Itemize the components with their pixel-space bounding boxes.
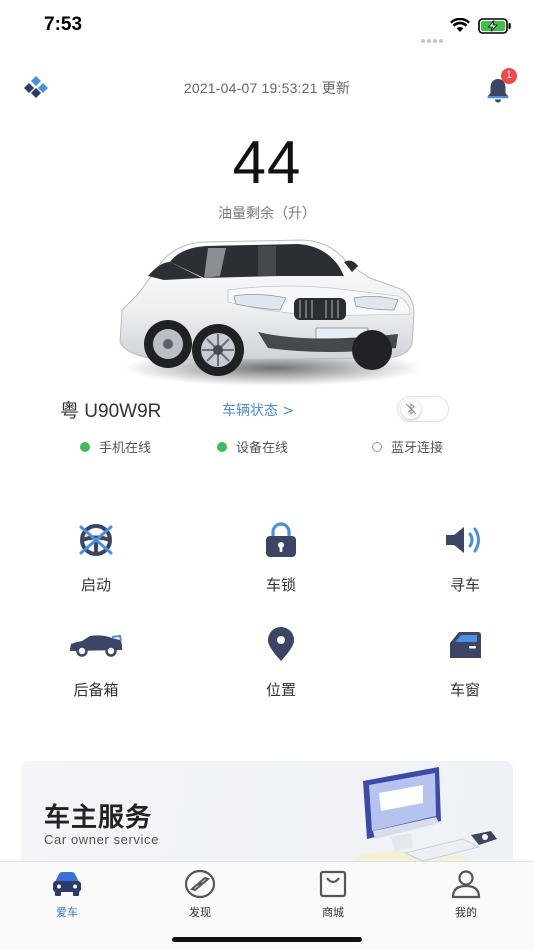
notification-badge: 1 [501, 68, 517, 84]
bluetooth-off-icon [405, 402, 417, 416]
tab-discover[interactable]: 发现 [155, 868, 245, 920]
find-car-button[interactable]: 寻车 [405, 520, 525, 600]
car-image [119, 239, 423, 386]
bluetooth-status-label: 蓝牙连接 [391, 441, 444, 456]
service-title: 车主服务 [44, 803, 153, 833]
lock-button[interactable]: 车锁 [221, 520, 341, 600]
window-label: 车窗 [449, 681, 480, 699]
tab-mall[interactable]: 商城 [288, 868, 378, 920]
location-button[interactable]: 位置 [221, 625, 341, 705]
tab-profile-label: 我的 [455, 906, 477, 919]
tab-my-car-label: 爱车 [56, 906, 78, 919]
battery-charging-icon [478, 18, 511, 34]
license-plate: 粤 U90W9R [60, 401, 162, 422]
tab-mall-label: 商城 [322, 906, 344, 919]
fuel-value: 44 [232, 129, 302, 196]
speaker-icon [446, 527, 480, 553]
status-bar: 7:53 [0, 0, 534, 54]
trunk-car-icon [70, 634, 122, 657]
bluetooth-status-dot [372, 441, 382, 452]
lock-icon [266, 522, 296, 557]
window-button[interactable]: 车窗 [405, 625, 525, 705]
start-engine-button[interactable]: 启动 [36, 520, 156, 600]
compass-icon [184, 869, 216, 899]
update-timestamp: 2021-04-07 19:53:21 更新 [183, 80, 351, 96]
bottom-tab-bar: 爱车 发现 商城 我的 [0, 861, 534, 950]
connection-status-row: 手机在线 设备在线 蓝牙连接 [0, 437, 534, 457]
bluetooth-connection-status: 蓝牙连接 [372, 437, 443, 456]
find-car-label: 寻车 [449, 576, 480, 594]
fuel-label: 油量剩余（升） [218, 206, 316, 222]
device-online-status: 设备在线 [217, 437, 288, 456]
device-status-label: 设备在线 [236, 441, 289, 456]
phone-status-dot [80, 441, 90, 452]
location-pin-icon [268, 627, 294, 661]
phone-online-status: 手机在线 [80, 437, 151, 456]
cellular-signal-icon [421, 28, 445, 43]
computer-illustration-icon [356, 767, 497, 867]
trunk-button[interactable]: 后备箱 [36, 625, 156, 705]
lock-label: 车锁 [265, 576, 296, 594]
phone-status-label: 手机在线 [99, 441, 152, 456]
trunk-label: 后备箱 [73, 681, 119, 699]
car-icon [53, 872, 81, 896]
shopping-bag-icon [319, 870, 347, 898]
tab-profile[interactable]: 我的 [421, 868, 511, 920]
person-icon [451, 870, 481, 899]
tab-discover-label: 发现 [189, 906, 211, 919]
notification-button[interactable]: 1 [484, 68, 520, 106]
status-time: 7:53 [44, 14, 83, 35]
header: 2021-04-07 19:53:21 更新 1 [0, 64, 534, 108]
tab-my-car[interactable]: 爱车 [22, 868, 112, 920]
service-subtitle: Car owner service [44, 832, 159, 847]
location-label: 位置 [265, 681, 296, 699]
start-engine-icon [79, 524, 113, 556]
device-status-dot [217, 441, 227, 452]
wifi-icon [450, 18, 470, 32]
bluetooth-toggle[interactable] [397, 396, 449, 422]
car-window-icon [450, 632, 481, 658]
start-engine-label: 启动 [80, 576, 111, 594]
toggle-knob [401, 399, 421, 419]
vehicle-status-link[interactable]: 车辆状态 > [222, 400, 294, 420]
car-owner-service-banner[interactable]: 车主服务 Car owner service [21, 761, 513, 871]
home-indicator[interactable] [172, 937, 362, 942]
